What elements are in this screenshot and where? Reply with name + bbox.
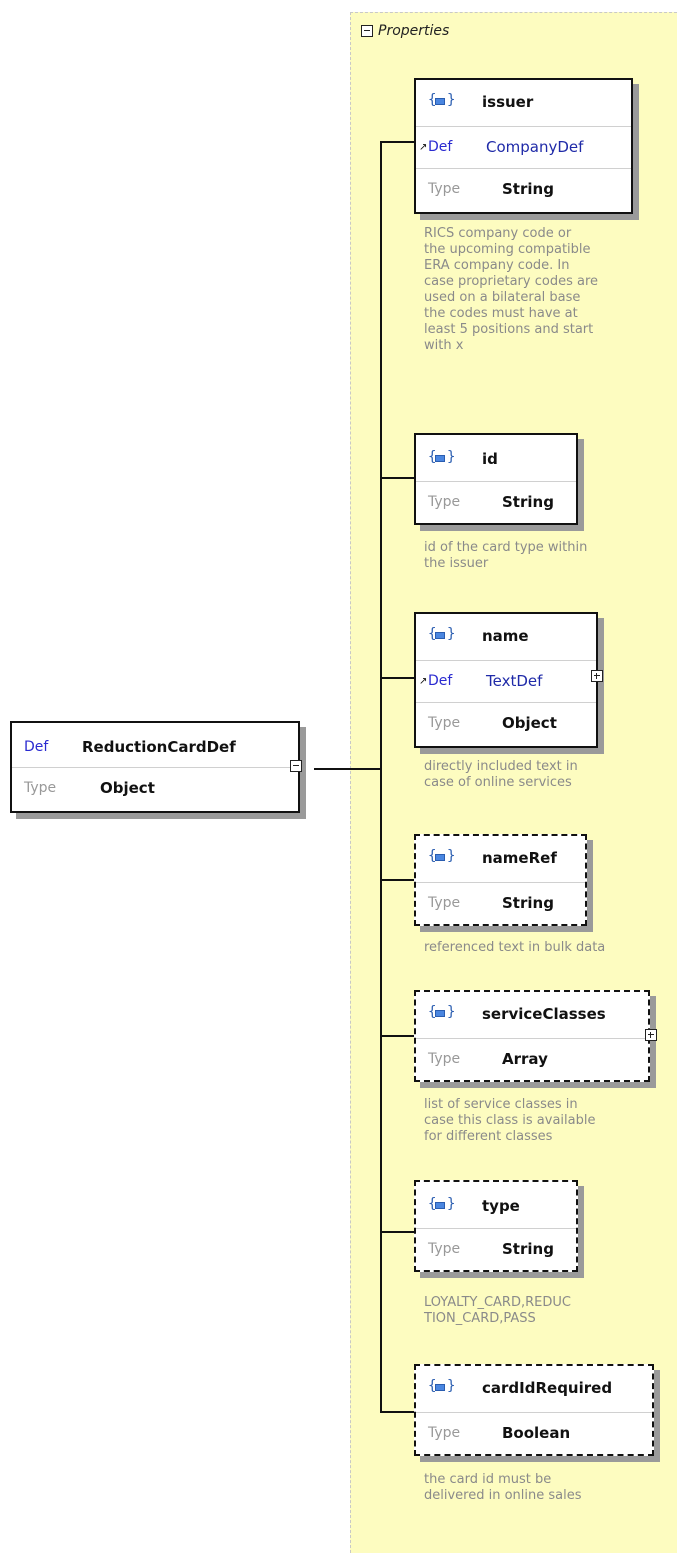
connector-name: [380, 677, 416, 679]
property-description-issuer: RICS company code or the upcoming compat…: [424, 226, 599, 353]
property-type: Array: [502, 1050, 548, 1068]
root-node[interactable]: Def ReductionCardDef Type Object: [10, 721, 300, 813]
element-icon: {}: [428, 1378, 456, 1394]
property-name: serviceClasses: [482, 1005, 606, 1023]
spine-connector: [380, 141, 382, 1412]
expand-serviceclasses-icon[interactable]: [645, 1029, 657, 1041]
properties-header[interactable]: Properties: [361, 20, 449, 42]
element-icon: {}: [428, 848, 456, 864]
property-node-type[interactable]: {} type Type String: [414, 1180, 578, 1272]
root-connector: [314, 768, 382, 770]
property-description-id: id of the card type within the issuer: [424, 540, 588, 571]
type-keyword: Type: [428, 715, 461, 731]
property-description-nameref: referenced text in bulk data: [424, 940, 606, 955]
property-node-cardidrequired[interactable]: {} cardIdRequired Type Boolean: [414, 1364, 654, 1456]
property-type: String: [502, 493, 554, 511]
connector-type: [380, 1231, 416, 1233]
property-node-id[interactable]: {} id Type String: [414, 433, 578, 525]
reference-arrow-icon: ↗: [419, 141, 428, 153]
type-keyword: Type: [428, 181, 461, 197]
collapse-properties-icon[interactable]: [361, 25, 373, 37]
collapse-root-icon[interactable]: [290, 760, 302, 772]
type-keyword: Type: [428, 1051, 461, 1067]
property-node-serviceclasses[interactable]: {} serviceClasses Type Array: [414, 990, 650, 1082]
connector-id: [380, 477, 416, 479]
property-name: cardIdRequired: [482, 1379, 613, 1397]
root-name: ReductionCardDef: [82, 738, 236, 756]
property-description-cardidrequired: the card id must be delivered in online …: [424, 1472, 582, 1503]
property-name: issuer: [482, 93, 534, 111]
type-keyword: Type: [428, 494, 461, 510]
type-keyword: Type: [428, 895, 461, 911]
def-keyword: Def: [428, 139, 453, 155]
property-type: String: [502, 180, 554, 198]
def-keyword: Def: [428, 673, 453, 689]
property-def[interactable]: CompanyDef: [486, 138, 583, 156]
connector-cardidrequired: [380, 1411, 416, 1413]
element-icon: {}: [428, 449, 456, 465]
property-type: String: [502, 1240, 554, 1258]
connector-issuer: [380, 141, 416, 143]
property-def[interactable]: TextDef: [486, 672, 542, 690]
type-keyword: Type: [428, 1241, 461, 1257]
expand-name-icon[interactable]: [591, 670, 603, 682]
properties-title: Properties: [378, 23, 450, 39]
property-type: String: [502, 894, 554, 912]
reference-arrow-icon: ↗: [419, 675, 428, 687]
property-name: name: [482, 627, 529, 645]
property-description-type: LOYALTY_CARD,REDUC TION_CARD,PASS: [424, 1295, 571, 1326]
property-type: Boolean: [502, 1424, 571, 1442]
root-type-keyword: Type: [24, 780, 57, 796]
root-type: Object: [100, 779, 155, 797]
root-def-keyword: Def: [24, 739, 49, 755]
element-icon: {}: [428, 1196, 456, 1212]
property-name: id: [482, 450, 498, 468]
connector-nameref: [380, 879, 416, 881]
property-name: type: [482, 1197, 520, 1215]
property-node-issuer[interactable]: {} issuer ↗ Def CompanyDef Type String: [414, 78, 633, 214]
element-icon: {}: [428, 626, 456, 642]
connector-serviceclasses: [380, 1035, 416, 1037]
property-name: nameRef: [482, 849, 557, 867]
property-description-name: directly included text in case of online…: [424, 759, 578, 790]
property-node-name[interactable]: {} name ↗ Def TextDef Type Object: [414, 612, 598, 748]
property-node-nameref[interactable]: {} nameRef Type String: [414, 834, 587, 926]
property-description-serviceclasses: list of service classes in case this cla…: [424, 1097, 596, 1144]
property-type: Object: [502, 714, 557, 732]
element-icon: {}: [428, 92, 456, 108]
type-keyword: Type: [428, 1425, 461, 1441]
element-icon: {}: [428, 1004, 456, 1020]
